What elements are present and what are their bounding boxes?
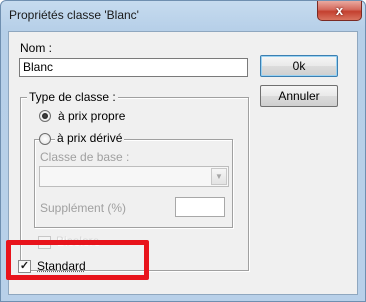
dropdown-arrow-icon[interactable]: ▼ — [211, 168, 227, 185]
radio-selected-dot — [42, 113, 48, 119]
close-icon: x — [335, 3, 344, 18]
close-button[interactable]: x — [317, 1, 362, 21]
title-bar[interactable]: Propriétés classe 'Blanc' x — [1, 1, 365, 29]
type-de-classe-label: Type de classe : — [27, 90, 118, 104]
supplement-label: Supplément (%) — [40, 201, 127, 215]
cancel-button[interactable]: Annuler — [260, 85, 338, 107]
prix-propre-radio[interactable] — [39, 110, 51, 122]
supplement-input[interactable] — [175, 197, 225, 217]
classe-base-combobox[interactable]: ▼ — [39, 166, 229, 187]
prix-derive-label: à prix dérivé — [55, 131, 125, 145]
prix-derive-radio[interactable] — [39, 133, 51, 145]
nom-input[interactable]: Blanc — [19, 58, 248, 77]
highlight-box — [6, 240, 149, 280]
window-title: Propriétés classe 'Blanc' — [9, 8, 139, 22]
classe-base-label: Classe de base : — [40, 150, 130, 164]
prix-propre-label: à prix propre — [58, 109, 126, 123]
ok-button[interactable]: 0k — [260, 55, 338, 77]
nom-label: Nom : — [20, 41, 53, 55]
